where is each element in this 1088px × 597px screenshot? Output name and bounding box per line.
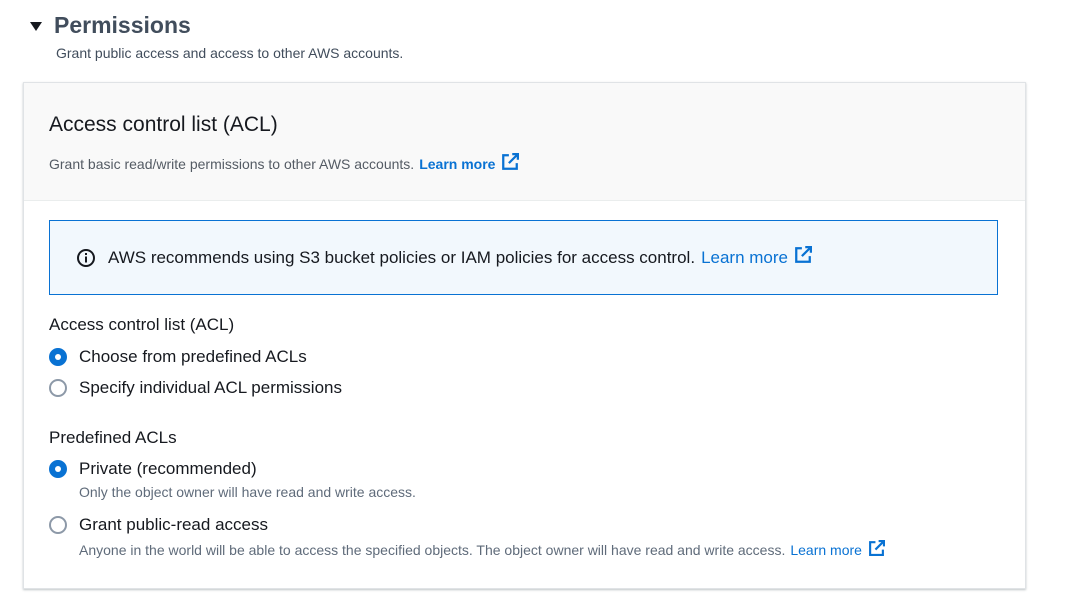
external-link-icon [501, 153, 520, 174]
info-message: AWS recommends using S3 bucket policies … [108, 247, 696, 267]
radio-label: Private (recommended) [79, 459, 257, 478]
radio-description: Only the object owner will have read and… [79, 484, 416, 500]
radio-button-checked[interactable] [49, 348, 67, 366]
radio-label: Grant public-read access [79, 515, 268, 534]
learn-more-label: Learn more [419, 155, 496, 172]
info-alert: AWS recommends using S3 bucket policies … [49, 220, 998, 295]
learn-more-label: Learn more [790, 542, 862, 558]
radio-individual-acl[interactable]: Specify individual ACL permissions [49, 378, 342, 398]
learn-more-link[interactable]: Learn more [419, 153, 520, 174]
radio-button-checked[interactable] [49, 460, 67, 478]
radio-public-read[interactable]: Grant public-read access Anyone in the w… [49, 515, 885, 560]
radio-button[interactable] [49, 379, 67, 397]
acl-group-label: Access control list (ACL) [49, 315, 235, 334]
permissions-section-header[interactable]: Permissions [30, 12, 191, 39]
info-icon [76, 248, 96, 268]
container-header: Access control list (ACL) Grant basic re… [24, 83, 1025, 201]
radio-private[interactable]: Private (recommended) Only the object ow… [49, 459, 416, 500]
section-title: Permissions [54, 12, 191, 38]
container-description: Grant basic read/write permissions to ot… [49, 153, 520, 174]
container-description-text: Grant basic read/write permissions to ot… [49, 155, 415, 172]
container-title: Access control list (ACL) [49, 113, 278, 136]
radio-button[interactable] [49, 516, 67, 534]
radio-predefined-acls[interactable]: Choose from predefined ACLs [49, 347, 307, 367]
radio-description: Anyone in the world will be able to acce… [79, 540, 885, 560]
info-learn-more-link[interactable]: Learn more [701, 246, 812, 269]
external-link-icon [868, 540, 885, 560]
external-link-icon [794, 246, 812, 269]
caret-down-icon[interactable] [30, 22, 42, 31]
public-read-learn-more-link[interactable]: Learn more [790, 540, 885, 560]
predefined-group-label: Predefined ACLs [49, 428, 177, 447]
acl-container: Access control list (ACL) Grant basic re… [23, 82, 1026, 589]
radio-description-text: Anyone in the world will be able to acce… [79, 542, 786, 558]
info-learn-more-label: Learn more [701, 247, 788, 267]
section-description: Grant public access and access to other … [56, 45, 404, 61]
radio-label: Choose from predefined ACLs [79, 347, 307, 366]
radio-label: Specify individual ACL permissions [79, 378, 342, 397]
info-text: AWS recommends using S3 bucket policies … [108, 246, 812, 269]
